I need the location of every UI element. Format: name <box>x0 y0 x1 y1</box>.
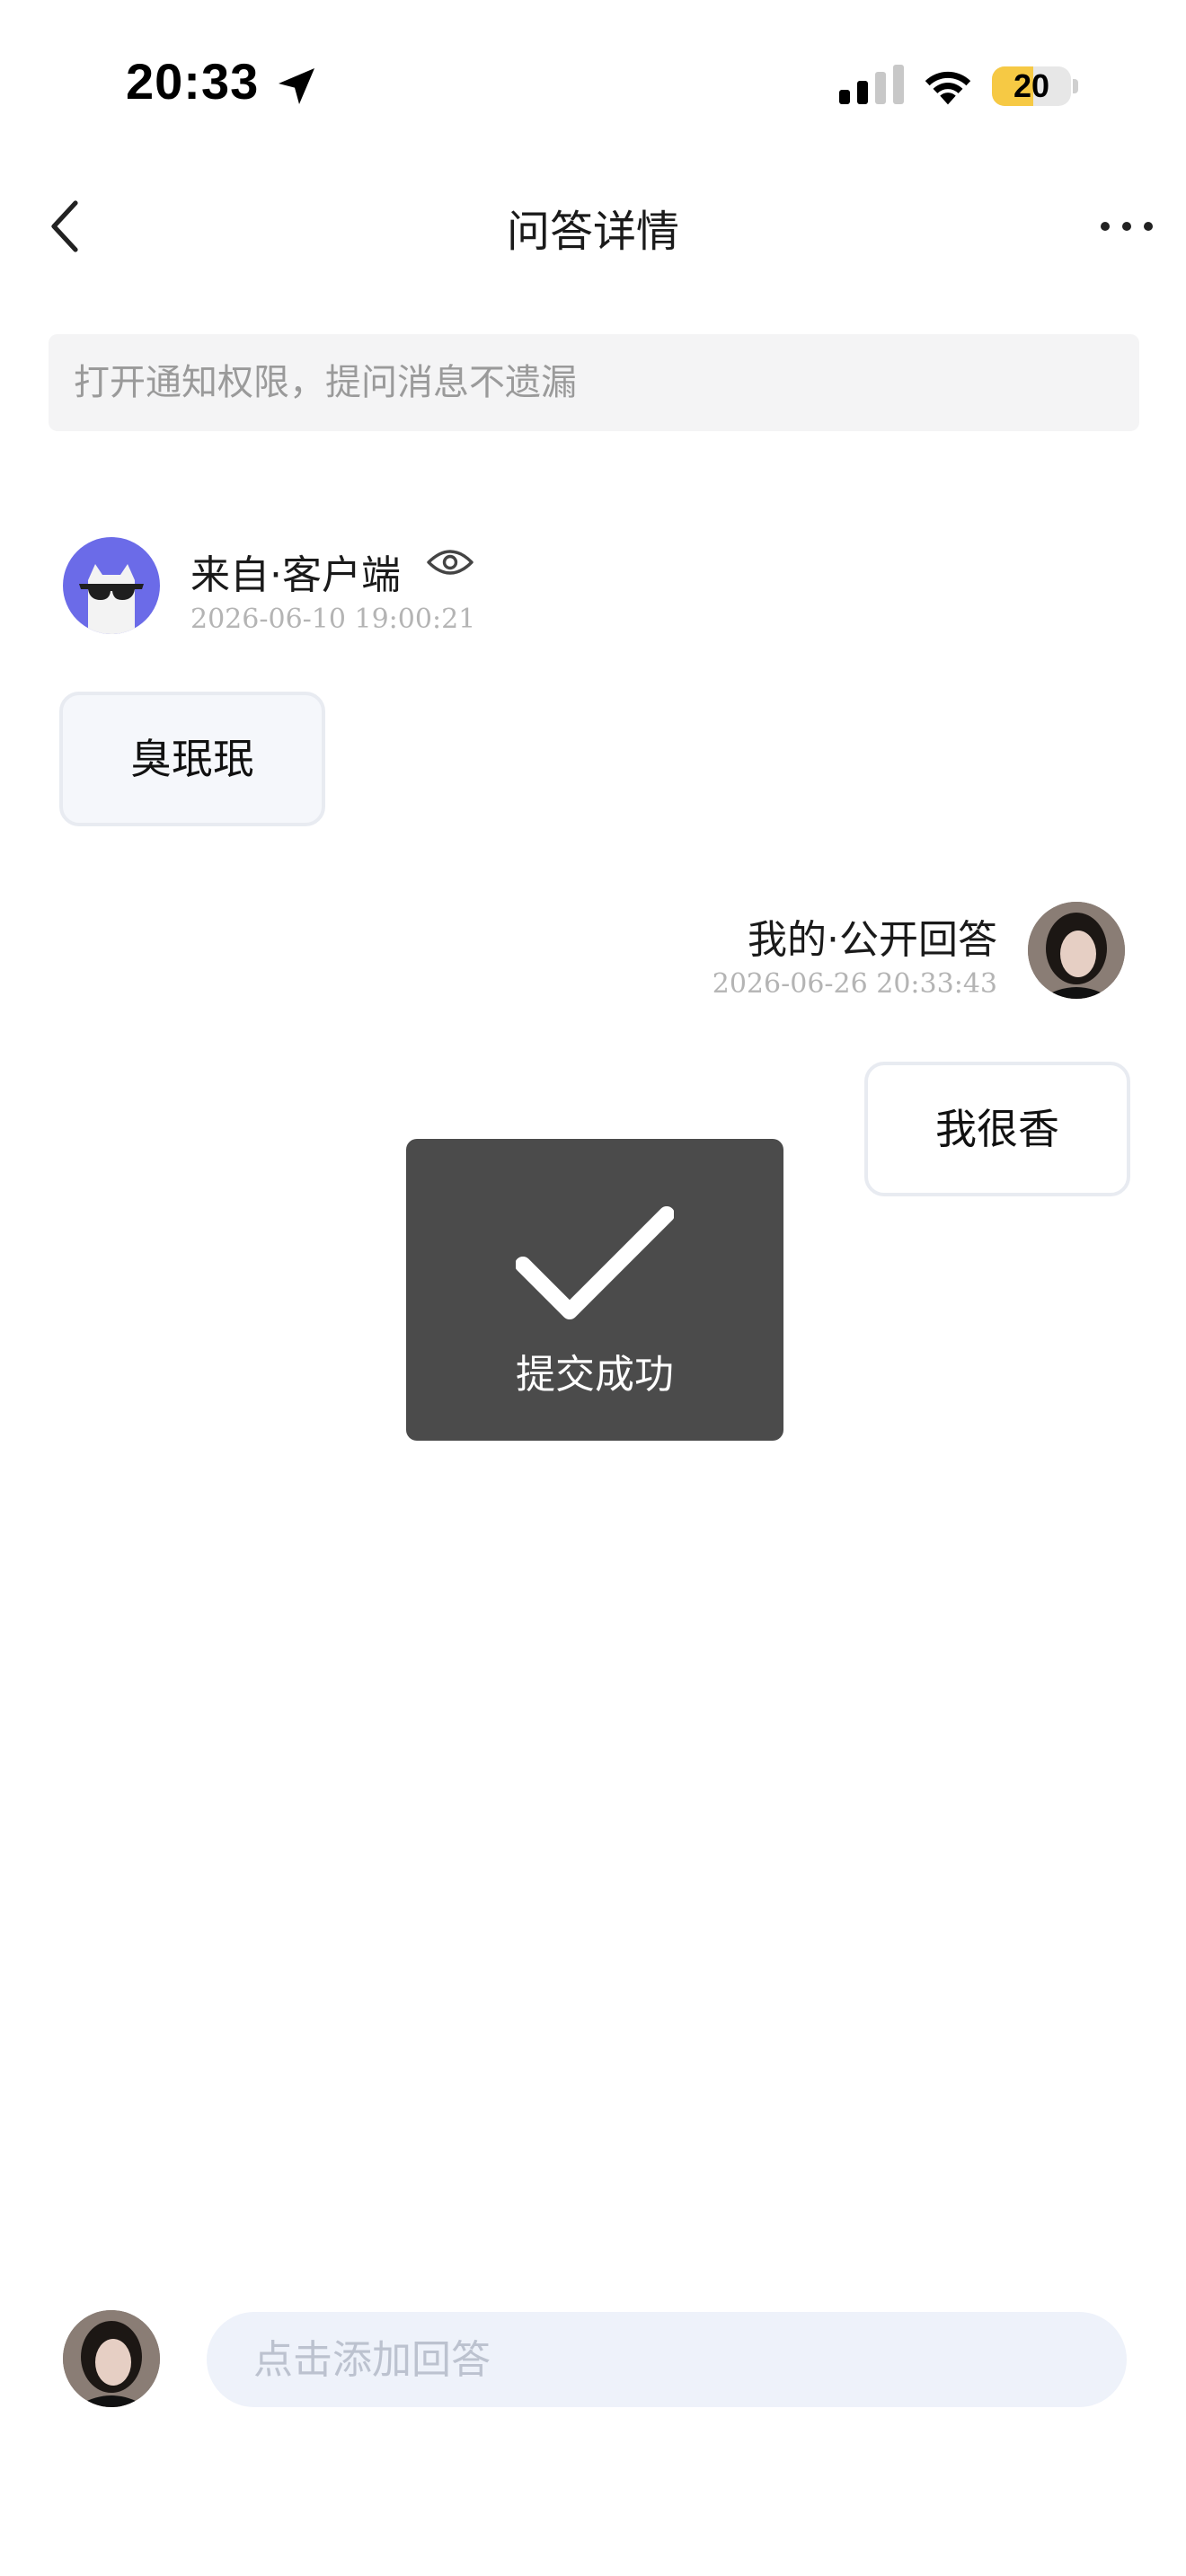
user-photo-avatar-icon <box>63 2310 160 2407</box>
cat-sunglasses-avatar-icon <box>79 564 144 634</box>
page-title: 问答详情 <box>506 207 679 257</box>
question-timestamp: 2026-06-10 19:00:21 <box>190 604 476 635</box>
question-author-avatar[interactable] <box>63 537 160 634</box>
user-photo-avatar-icon <box>1028 902 1125 999</box>
answer-author-avatar[interactable] <box>1028 902 1125 999</box>
answer-bubble: 我很香 <box>864 1062 1130 1196</box>
battery-level: 20 <box>1013 67 1050 104</box>
battery-indicator: 20 <box>992 66 1078 106</box>
status-time: 20:33 <box>126 53 260 110</box>
more-dots-icon[interactable] <box>1098 217 1155 235</box>
eye-icon[interactable] <box>426 544 474 580</box>
question-bubble: 臭珉珉 <box>59 692 325 826</box>
cellular-signal-icon <box>839 65 904 104</box>
location-arrow-icon <box>279 68 314 104</box>
add-answer-input[interactable] <box>207 2312 1127 2407</box>
question-author-label: 来自·客户端 <box>190 552 401 598</box>
current-user-avatar[interactable] <box>63 2310 160 2407</box>
notification-permission-banner[interactable]: 打开通知权限，提问消息不遗漏 <box>49 334 1139 431</box>
checkmark-icon <box>516 1206 674 1319</box>
answer-timestamp: 2026-06-26 20:33:43 <box>712 968 997 1000</box>
success-toast: 提交成功 <box>406 1139 783 1441</box>
answer-author-label: 我的·公开回答 <box>748 917 997 963</box>
wifi-icon <box>925 71 971 105</box>
toast-message: 提交成功 <box>516 1352 674 1398</box>
